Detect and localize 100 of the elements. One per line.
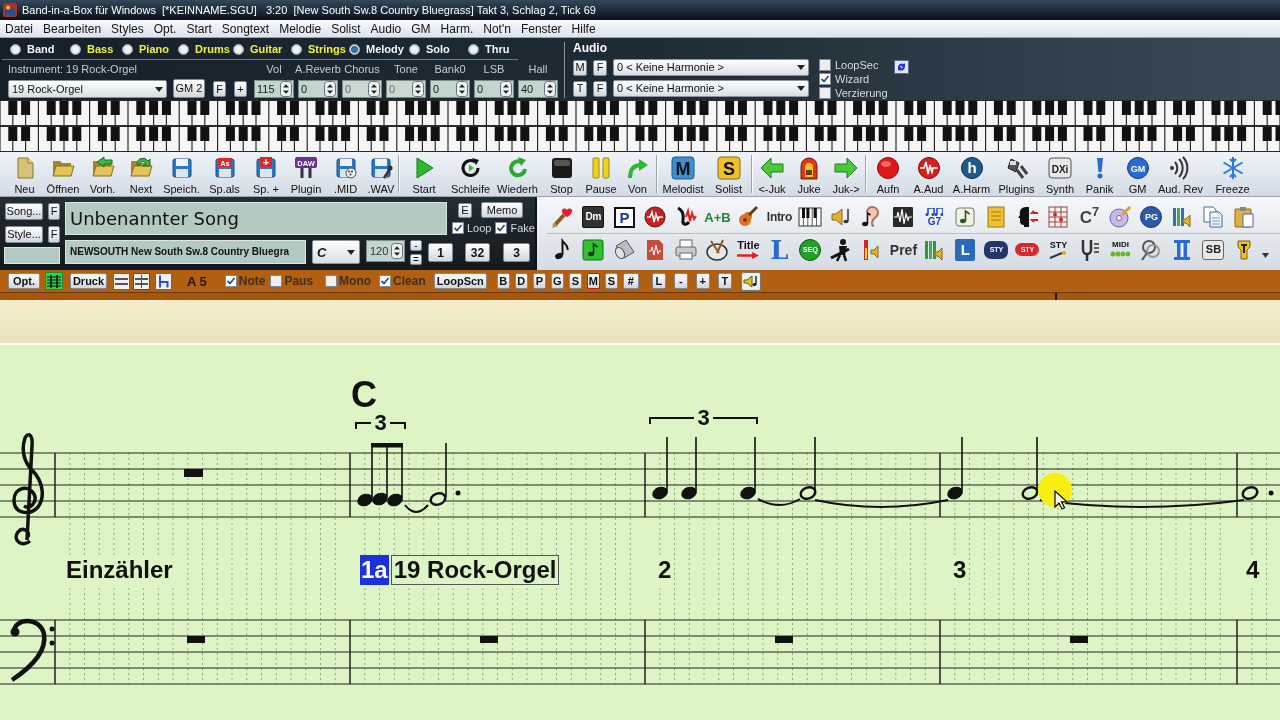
radio-button[interactable] [122,44,133,55]
menu-item[interactable]: Solist [331,22,361,35]
audio-wave-icon[interactable] [916,155,941,180]
tool-button[interactable]: L [955,238,976,261]
tool-button[interactable]: STY [1048,240,1069,259]
track-mode-button[interactable]: F [593,59,607,76]
loop-scan-button[interactable]: LoopScn [433,273,487,289]
toolbar-button[interactable]: Plugins [994,152,1039,196]
tool-button[interactable]: G7 [925,207,944,227]
text-field[interactable] [4,247,60,264]
track-button[interactable]: S [604,273,618,289]
zoom-button[interactable]: T [717,273,732,289]
staff-view-icon[interactable] [45,272,63,290]
toolbar-button[interactable]: .WAV [365,152,397,196]
print-button[interactable]: Druck [70,273,107,289]
track-button[interactable]: P [532,273,546,289]
toolbar-button[interactable]: Neu [6,152,43,196]
checkbox[interactable] [495,222,508,234]
track-label[interactable]: Bass [87,44,114,55]
right-arrow-icon[interactable] [834,155,858,180]
toolbar-button[interactable]: S Solist [707,152,750,196]
track-button[interactable]: M [586,273,600,289]
menu-item[interactable]: Fenster [520,22,562,35]
checkbox[interactable] [325,275,338,287]
number-field[interactable]: 0 [298,80,338,98]
waveform-tile-icon[interactable] [891,205,916,229]
track-label[interactable]: Melody [366,44,404,55]
toolbar-button[interactable]: Stop [541,152,582,196]
toolbar-button[interactable]: <-Juk [754,152,790,196]
menu-item[interactable]: Harm. [440,22,474,35]
toolbar-button[interactable]: Pause [582,152,620,196]
step-button[interactable]: = [410,254,422,265]
track-mode-button[interactable]: T [573,80,587,97]
toolbar-button[interactable]: Aufn [868,152,908,196]
track-label[interactable]: Thru [485,44,510,55]
toolbar-button[interactable]: h A.Harm [949,152,994,196]
track-label[interactable]: Guitar [250,44,283,55]
tool-button[interactable]: L [770,236,789,263]
toolbar-button[interactable]: Wiederh [494,152,541,196]
spin-arrows-icon[interactable] [280,81,292,97]
caret-icon[interactable] [797,65,805,70]
track-mode-button[interactable]: F [593,80,607,97]
mixer-button[interactable]: + [234,81,247,97]
menu-item[interactable]: Datei [5,22,33,35]
tempo-field[interactable]: 120 [366,240,405,262]
harmony-dropdown[interactable]: 0 < Keine Harmonie > [613,59,809,76]
number-field[interactable]: 115 [254,80,294,98]
song-title-field[interactable]: Unbenannter Song [65,202,447,235]
f-button[interactable]: F [48,203,60,220]
track-button[interactable]: D [514,273,528,289]
checkbox[interactable] [819,59,831,71]
spin-arrows-icon[interactable] [456,81,468,97]
tool-button[interactable]: Pref [889,242,918,257]
chord-grid-icon[interactable] [1046,205,1071,229]
mixer-button[interactable]: GM 2 [173,79,205,98]
checkbox[interactable] [452,222,464,234]
style-field[interactable]: NEWSOUTH New South Sw.8 Country Bluegra [65,240,306,264]
left-arrow-icon[interactable] [760,155,784,180]
toolbar-button[interactable]: .MID [326,152,365,196]
letter-tile-icon[interactable]: DXi [1048,155,1072,180]
stop-icon[interactable] [549,155,574,180]
record-icon[interactable] [876,155,900,180]
loop-arrows-icon[interactable] [893,60,909,74]
counter-button[interactable]: 32 [465,243,490,262]
f-button[interactable]: F [48,226,60,243]
menu-item[interactable]: Not'n [483,22,511,35]
plug-icon[interactable] [1004,155,1029,180]
tool-button[interactable]: Intro [766,211,793,223]
toolbar-button[interactable]: Start [401,152,447,196]
piano-keys-icon[interactable] [798,205,823,229]
caret-icon[interactable] [1261,253,1269,258]
note-tile-icon[interactable] [953,205,978,229]
number-field[interactable]: 0 [474,80,514,98]
toolbar-button[interactable]: A.Aud [908,152,949,196]
waveform-disc-icon[interactable] [643,205,668,229]
harmony-dropdown[interactable]: 0 < Keine Harmonie > [613,80,809,97]
speaker-note-icon[interactable] [740,271,761,291]
toolbar-button[interactable]: Next [122,152,160,196]
checkbox[interactable] [819,73,831,85]
disc-pencil-icon[interactable] [1108,205,1133,229]
printer-icon[interactable] [674,237,699,262]
chair-icon[interactable] [155,272,172,290]
radio-button[interactable] [349,44,360,55]
piano-keyboard[interactable] [0,100,1280,152]
tool-button[interactable]: A+B [704,210,731,224]
tool-button[interactable]: Title [737,240,760,259]
menu-item[interactable]: Opt. [153,22,177,35]
caret-icon[interactable] [155,86,163,92]
edit-button[interactable]: E [458,202,472,218]
toolbar-button[interactable]: Aud. Rev [1157,152,1204,196]
folder-arrow-icon[interactable] [129,155,153,180]
radio-button[interactable] [10,44,21,55]
menu-item[interactable]: Melodie [279,22,322,35]
app-icon[interactable] [3,3,17,17]
letter-tile-icon[interactable]: S [716,155,741,180]
menu-item[interactable]: Styles [111,22,144,35]
cylinder-icon[interactable] [612,237,637,262]
counter-button[interactable]: 3 [503,243,530,262]
note-tile-icon[interactable] [581,237,606,262]
lines-icon[interactable] [113,272,130,290]
